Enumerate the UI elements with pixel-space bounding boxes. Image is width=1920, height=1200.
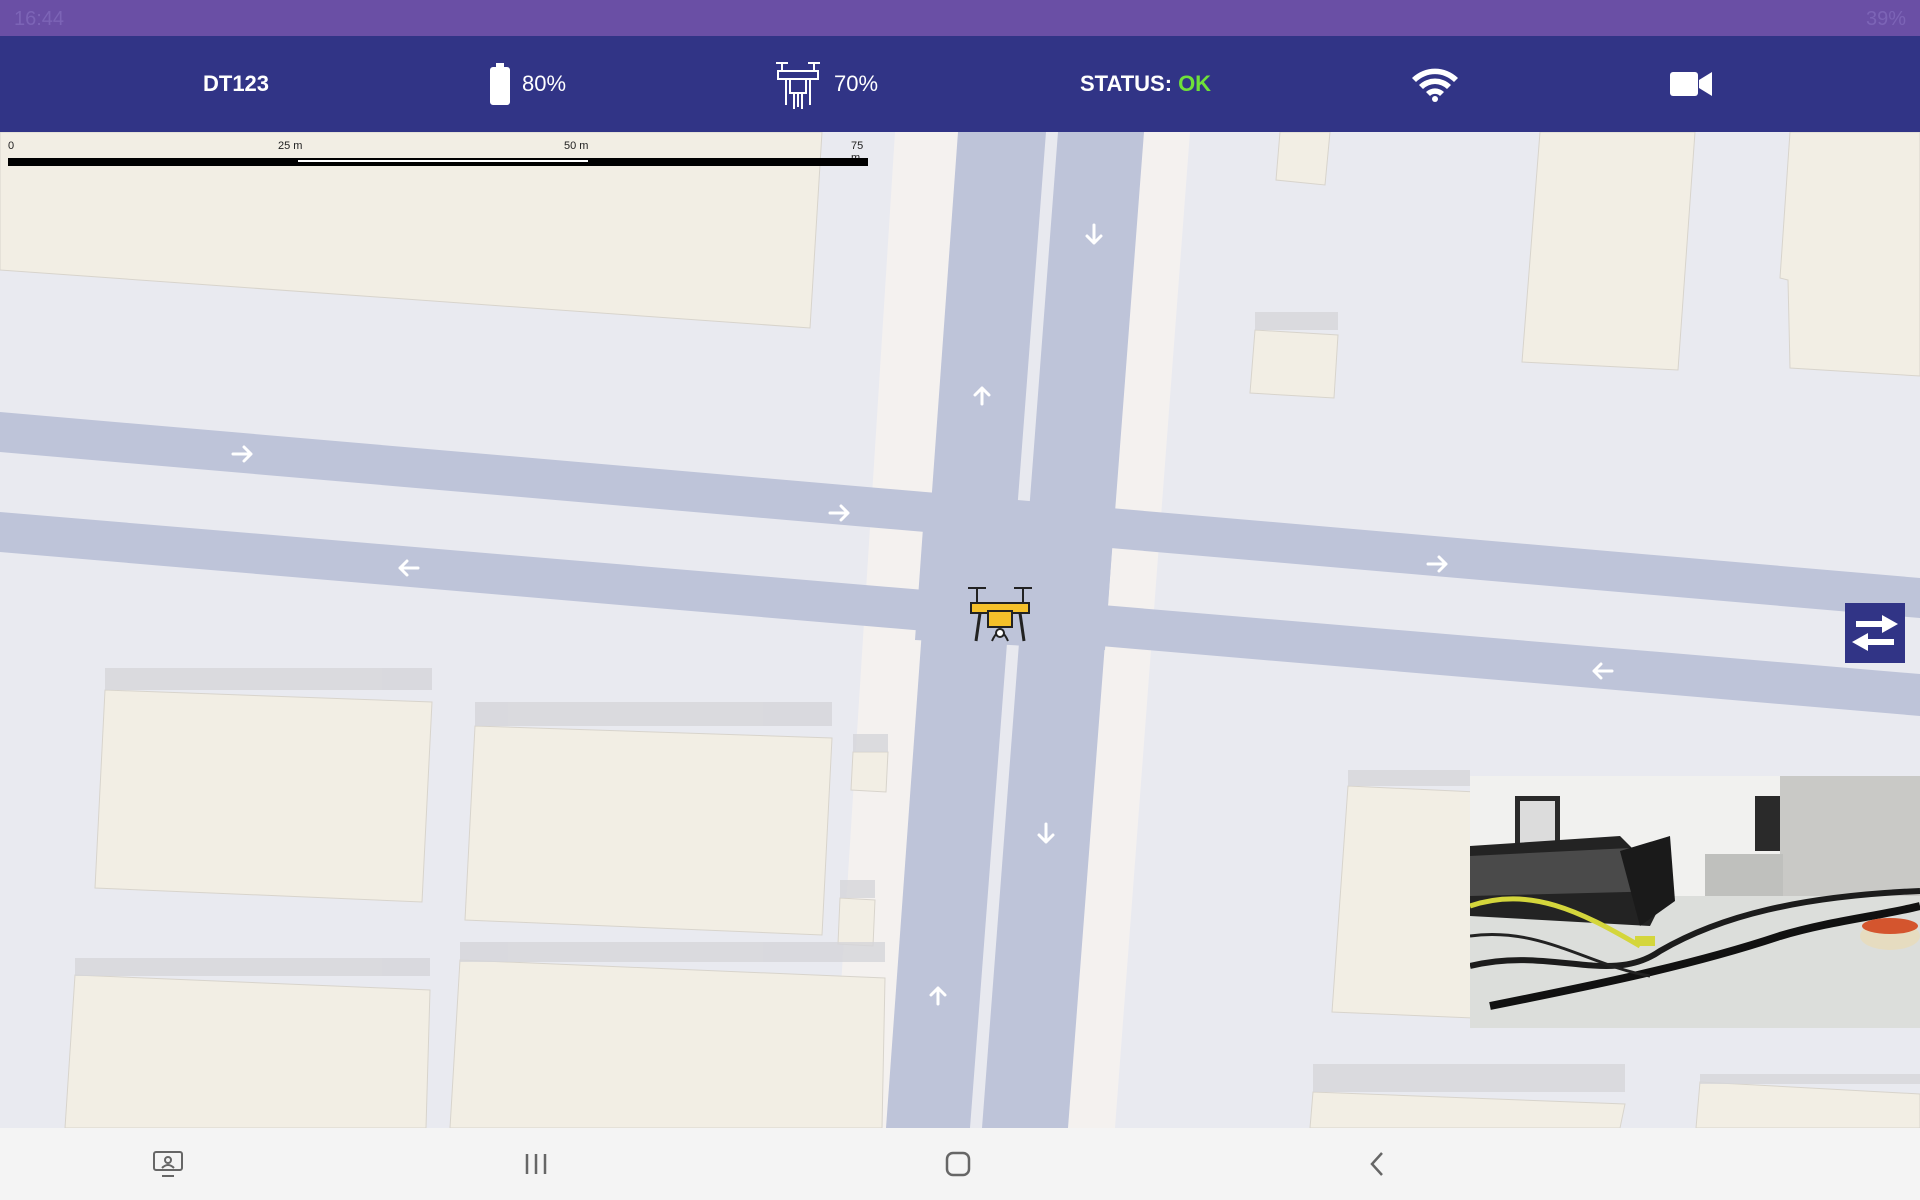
- system-status-bar: 16:44 39%: [0, 0, 1920, 36]
- status-value: OK: [1178, 71, 1212, 96]
- battery-icon: [490, 63, 510, 105]
- wifi-icon: [1412, 68, 1458, 102]
- recent-apps-icon: [525, 1154, 547, 1174]
- video-camera-icon: [1670, 72, 1712, 96]
- back-icon: [1370, 1152, 1383, 1176]
- swap-view-button[interactable]: [1845, 603, 1905, 663]
- status-label: STATUS:: [1080, 71, 1173, 96]
- screen-mirror-icon: [153, 1151, 183, 1177]
- drone-id: DT123: [203, 71, 270, 96]
- camera-feed-image: [1470, 776, 1920, 1028]
- scale-tick-25: 25 m: [278, 140, 303, 152]
- camera-button[interactable]: [1670, 36, 1712, 132]
- back-button[interactable]: [1356, 1142, 1400, 1186]
- battery-percent: 80%: [522, 71, 567, 96]
- drone-signal-indicator: 70%: [774, 36, 878, 132]
- wifi-button[interactable]: [1410, 36, 1460, 132]
- status-time: 16:44: [14, 8, 65, 30]
- drone-icon: [776, 62, 820, 109]
- recent-apps-button[interactable]: [514, 1142, 558, 1186]
- telemetry-bar: DT123 80% 70% STATUS: OK: [0, 36, 1920, 132]
- battery-indicator: 80%: [490, 36, 566, 132]
- scale-bar-line: [8, 158, 868, 166]
- screen-mirror-button[interactable]: [146, 1142, 190, 1186]
- scale-tick-50: 50 m: [564, 140, 589, 152]
- system-navigation-bar: [0, 1128, 1920, 1200]
- map-scale-bar: 0 25 m 50 m 75 m: [8, 140, 868, 170]
- scale-tick-0: 0: [8, 140, 15, 152]
- camera-feed-preview[interactable]: [1470, 776, 1920, 1028]
- home-icon: [945, 1151, 971, 1177]
- drone-signal-percent: 70%: [834, 71, 879, 96]
- swap-arrows-icon: [1852, 615, 1898, 651]
- status-battery: 39%: [1865, 8, 1906, 30]
- status-indicator: STATUS: OK: [1080, 36, 1211, 132]
- home-button[interactable]: [936, 1142, 980, 1186]
